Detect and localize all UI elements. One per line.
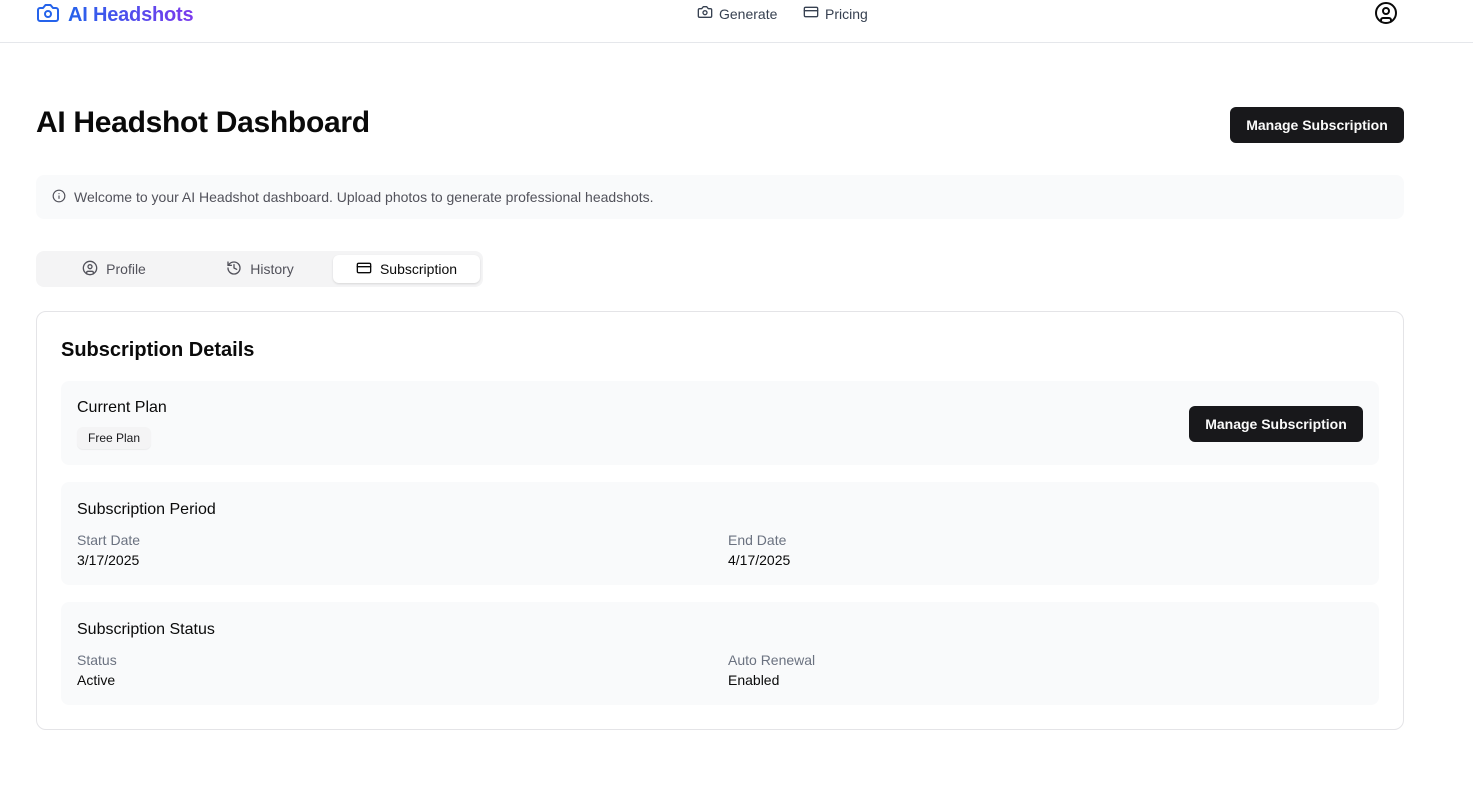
nav-link-label: Generate [719, 5, 778, 22]
current-plan-section: Current Plan Free Plan Manage Subscripti… [61, 381, 1379, 465]
end-date-value: 4/17/2025 [728, 552, 791, 568]
start-date-value: 3/17/2025 [77, 552, 140, 568]
card-title: Subscription Details [61, 339, 255, 361]
user-menu-button[interactable] [1374, 1, 1398, 25]
end-date-label: End Date [728, 532, 787, 548]
section-title: Subscription Period [77, 501, 216, 518]
status-label: Status [77, 652, 117, 668]
user-circle-icon [82, 260, 98, 279]
dashboard-tabs: Profile History Subscription [36, 251, 483, 287]
alert-text: Welcome to your AI Headshot dashboard. U… [74, 189, 654, 205]
camera-icon [36, 1, 60, 30]
user-circle-icon [1374, 2, 1398, 29]
history-icon [226, 260, 242, 279]
subscription-details-card: Subscription Details Current Plan Free P… [36, 311, 1404, 730]
tab-label: History [250, 261, 294, 277]
section-title: Subscription Status [77, 621, 215, 638]
camera-icon [697, 4, 713, 23]
brand-name: AI Headshots [68, 4, 194, 26]
start-date-label: Start Date [77, 532, 141, 548]
credit-card-icon [803, 4, 819, 23]
nav-link-label: Pricing [825, 5, 868, 22]
top-navbar: AI Headshots Generate Pricing [0, 0, 1473, 43]
auto-renewal-value: Enabled [728, 672, 780, 688]
welcome-alert: Welcome to your AI Headshot dashboard. U… [36, 175, 1404, 219]
tab-label: Subscription [379, 261, 458, 277]
subscription-status-section: Subscription Status Status Active Auto R… [61, 602, 1379, 705]
manage-subscription-button[interactable]: Manage Subscription [1230, 107, 1404, 143]
nav-link-generate[interactable]: Generate [697, 4, 777, 23]
tab-label: Profile [106, 261, 146, 277]
auto-renewal-label: Auto Renewal [728, 652, 816, 668]
page-title: AI Headshot Dashboard [36, 106, 370, 139]
nav-link-pricing[interactable]: Pricing [803, 4, 868, 23]
tab-history[interactable]: History [186, 255, 334, 283]
status-value: Active [77, 672, 116, 688]
subscription-period-section: Subscription Period Start Date 3/17/2025… [61, 482, 1379, 585]
tab-profile[interactable]: Profile [40, 255, 188, 283]
brand-logo-link[interactable]: AI Headshots [36, 1, 194, 30]
credit-card-icon [356, 260, 372, 279]
section-title: Current Plan [77, 399, 167, 416]
manage-subscription-button[interactable]: Manage Subscription [1189, 406, 1363, 442]
info-icon [52, 189, 66, 206]
tab-subscription[interactable]: Subscription [333, 255, 480, 283]
plan-badge: Free Plan [77, 427, 152, 449]
